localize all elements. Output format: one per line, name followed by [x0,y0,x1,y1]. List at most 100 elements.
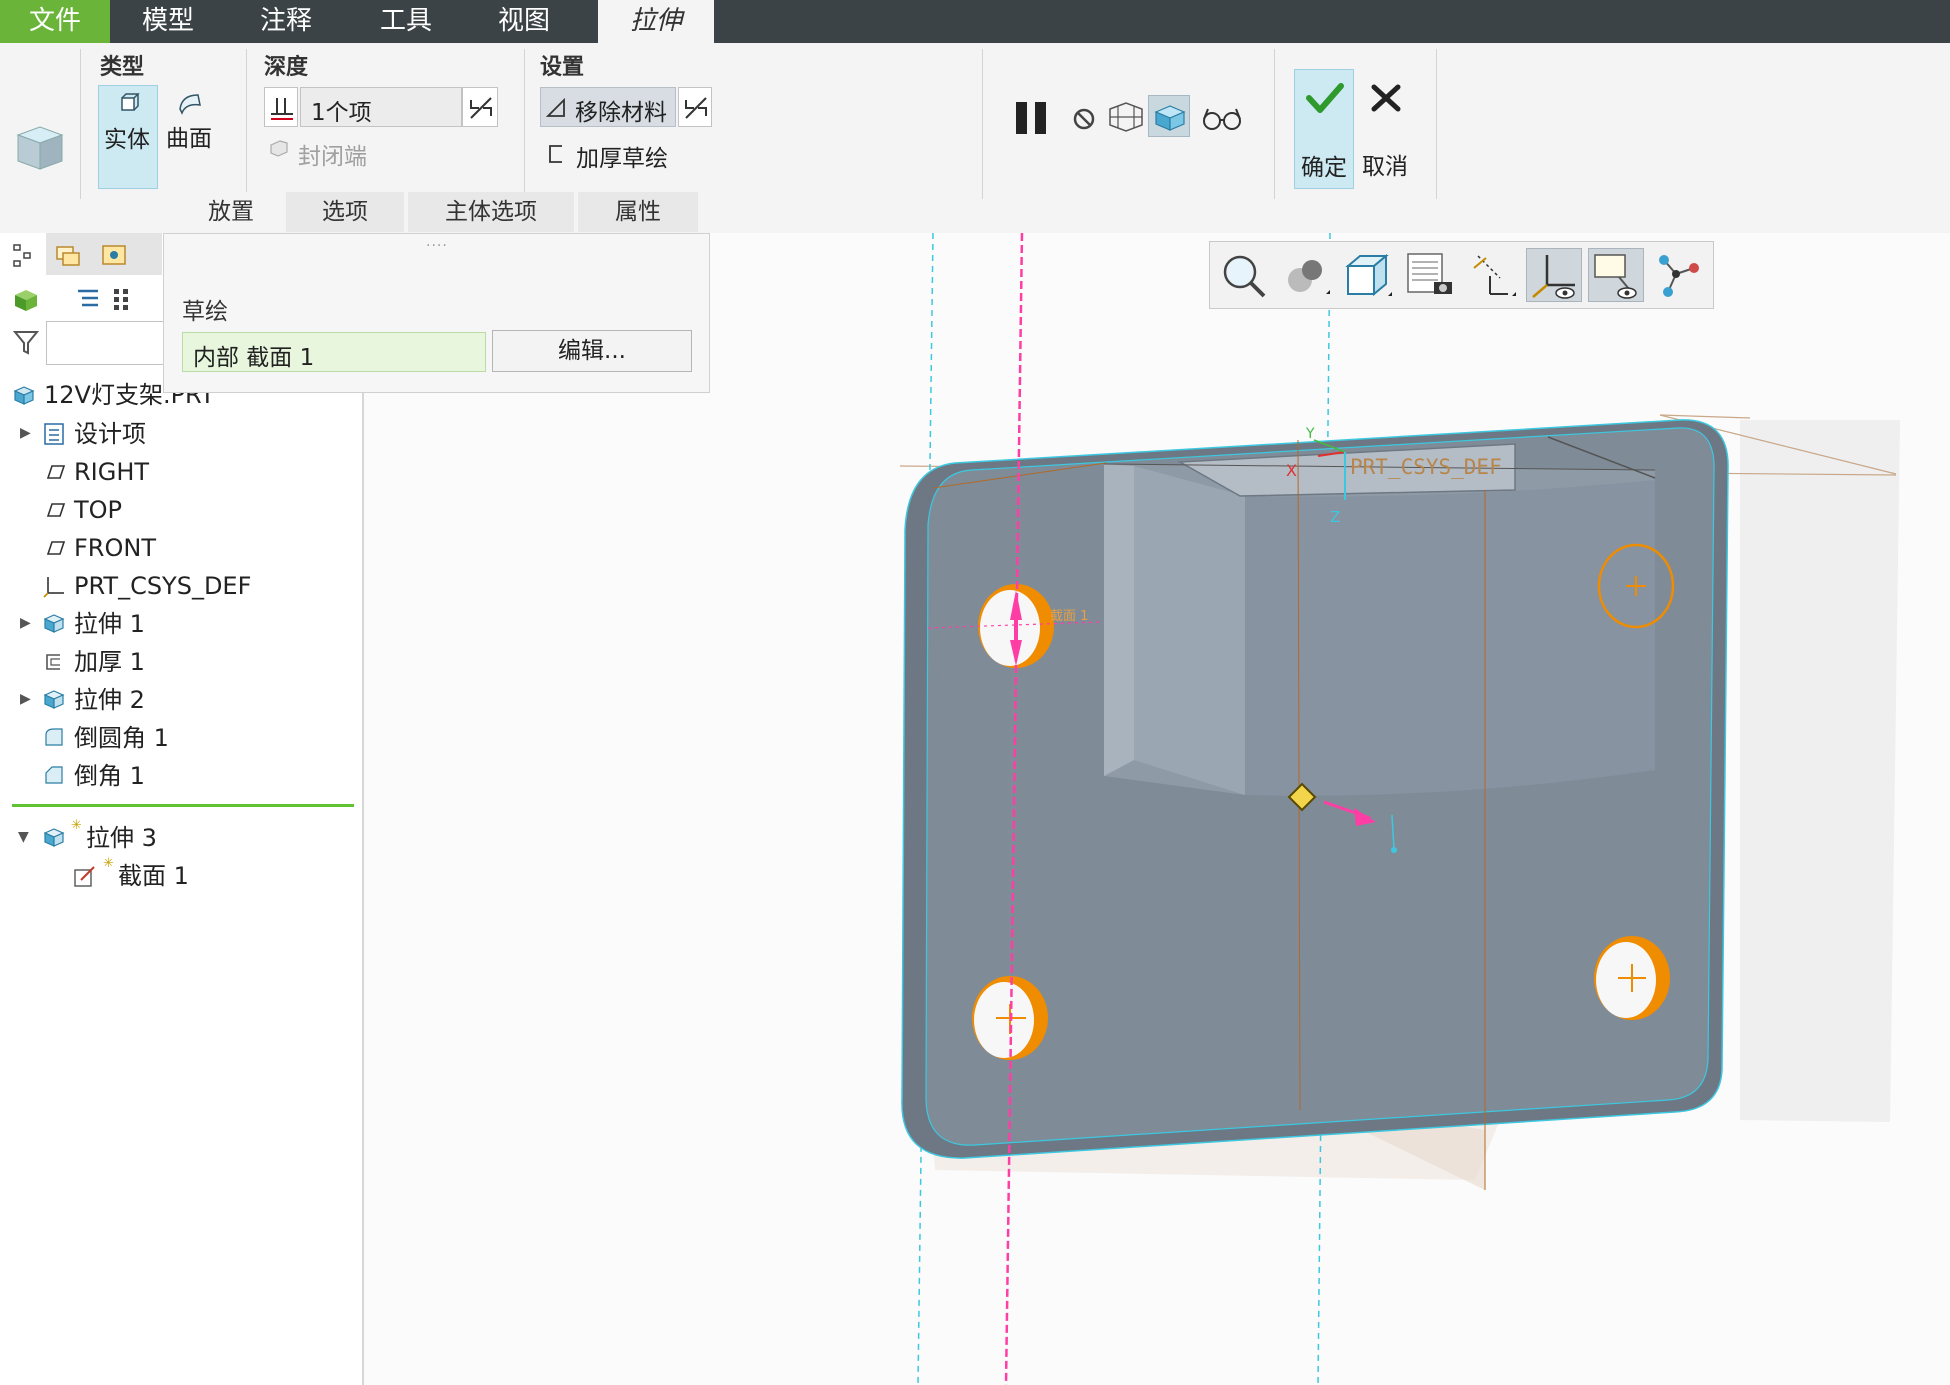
saved-orientations-button[interactable] [1340,248,1396,302]
zoom-button[interactable] [1216,248,1272,302]
sketch-collector-value: 内部 截面 1 [193,345,315,371]
menu-model[interactable]: 模型 [118,0,218,43]
collapse-arrow-icon[interactable]: ▼ [18,829,29,845]
menu-view[interactable]: 视图 [474,0,574,43]
datum-display-icon [1473,255,1516,296]
cancel-button[interactable]: 取消 [1356,69,1416,189]
tree-search-input[interactable] [46,321,166,365]
depth-group-title: 深度 [264,55,309,80]
preview-mesh-icon[interactable] [1106,99,1146,135]
solid-button[interactable]: 实体 [98,85,158,189]
tab-options[interactable]: 选项 [286,192,404,232]
depth-value-field[interactable]: 1个项 [300,87,462,127]
part-display-icon[interactable] [12,285,40,313]
tree-columns-icon[interactable] [110,285,132,313]
remove-material-flip-button[interactable] [678,87,712,127]
tree-item-thicken-1[interactable]: 加厚 1 [74,644,145,680]
separator [524,49,525,199]
sketch-collector[interactable]: 内部 截面 1 [182,332,486,372]
menu-tools[interactable]: 工具 [356,0,456,43]
menu-file[interactable]: 文件 [0,0,110,43]
remove-material-button[interactable]: 移除材料 [540,87,676,127]
menu-annotate[interactable]: 注释 [236,0,336,43]
capped-ends-option[interactable]: 封闭端 [298,137,367,171]
separator [80,49,81,199]
pause-icon[interactable] [1012,97,1052,137]
separator [1436,49,1437,199]
surface-label: 曲面 [166,126,212,152]
tree-item-section-1[interactable]: 截面 1 [118,858,189,894]
view-manager-button[interactable] [1402,248,1458,302]
extrude-feature-icon [16,126,64,170]
expand-arrow-icon[interactable]: ▶ [20,615,31,631]
insert-here-indicator[interactable] [12,804,354,807]
tree-item-front[interactable]: FRONT [74,530,156,566]
boss-inner-face [1134,466,1245,795]
annotation-display-button[interactable] [1588,248,1644,302]
section-label: 截面 1 [1050,609,1088,624]
tree-item-csys[interactable]: PRT_CSYS_DEF [74,568,251,604]
csys-display-button[interactable] [1526,248,1582,302]
datum-display-button[interactable] [1464,248,1520,302]
model-tree-panel: 12V灯支架.PRT ▶ 设计项 RIGHT TOP FRONT PRT_CSY… [0,233,364,1385]
thicken-icon [46,654,60,670]
tree-item-design-items[interactable]: 设计项 [74,416,146,452]
tree-item-extrude-1[interactable]: 拉伸 1 [74,606,145,642]
filter-icon[interactable] [12,327,40,357]
model-tree-icon[interactable] [12,241,36,269]
tree-item-extrude-2[interactable]: 拉伸 2 [74,682,145,718]
cancel-label: 取消 [1362,154,1408,180]
tab-placement[interactable]: 放置 [180,192,282,232]
design-items-icon [44,423,64,445]
type-group-title: 类型 [100,55,145,80]
glasses-icon[interactable] [1200,103,1244,133]
expand-arrow-icon[interactable]: ▶ [20,425,31,441]
new-feature-star-icon: ✳ [71,818,82,831]
separator [246,49,247,199]
view-cube-icon [1345,253,1392,297]
shading-sphere-icon [1288,260,1330,294]
tree-item-right[interactable]: RIGHT [74,454,149,490]
capped-ends-icon [270,140,288,157]
thicken-sketch-option[interactable]: 加厚草绘 [576,139,668,173]
csys-display-icon [1532,255,1575,299]
csys-name-label: PRT_CSYS_DEF [1350,455,1502,479]
flip-direction-icon [470,97,492,119]
tree-item-top[interactable]: TOP [74,492,122,528]
surface-icon [179,94,201,115]
menu-extrude[interactable]: 拉伸 [598,0,714,43]
extrude-icon [43,828,65,847]
part-icon [13,386,35,405]
edit-sketch-button[interactable]: 编辑... [492,330,692,372]
depth-option-button[interactable] [264,87,298,127]
graphics-viewport[interactable]: X Y Z PRT_CSYS_DEF 截面 1 [364,233,1950,1385]
tree-list-icon[interactable] [74,285,102,313]
tab-properties[interactable]: 属性 [578,192,698,232]
favorites-icon[interactable] [100,241,128,269]
hole-top-left-inner [980,590,1040,666]
no-preview-icon[interactable] [1070,105,1098,133]
model-view[interactable]: X Y Z PRT_CSYS_DEF 截面 1 [364,233,1950,1385]
ok-button[interactable]: 确定 [1294,69,1354,189]
point-display-button[interactable] [1650,248,1706,302]
hole-bottom-left-inner [974,982,1034,1058]
flip-direction-icon [685,97,707,119]
folder-browser-icon[interactable] [54,241,82,269]
sketch-icon [74,866,95,887]
remove-material-icon [545,97,565,117]
tree-item-chamfer-1[interactable]: 倒角 1 [74,758,145,794]
tree-item-round-1[interactable]: 倒圆角 1 [74,720,169,756]
close-icon [1371,84,1401,112]
expand-arrow-icon[interactable]: ▶ [20,691,31,707]
depth-flip-button[interactable] [462,87,498,127]
surface-button[interactable]: 曲面 [160,85,220,189]
datum-plane-icon [46,503,66,517]
menu-bar: 文件 模型 注释 工具 视图 拉伸 [0,0,1950,43]
panel-grip[interactable]: .... [426,234,448,250]
tree-item-extrude-3[interactable]: 拉伸 3 [86,820,157,856]
display-style-button[interactable] [1278,248,1334,302]
verify-preview-button[interactable] [1148,95,1190,137]
solid-icon [121,93,140,111]
depth-blind-icon [271,98,293,120]
tab-body-options[interactable]: 主体选项 [408,192,574,232]
